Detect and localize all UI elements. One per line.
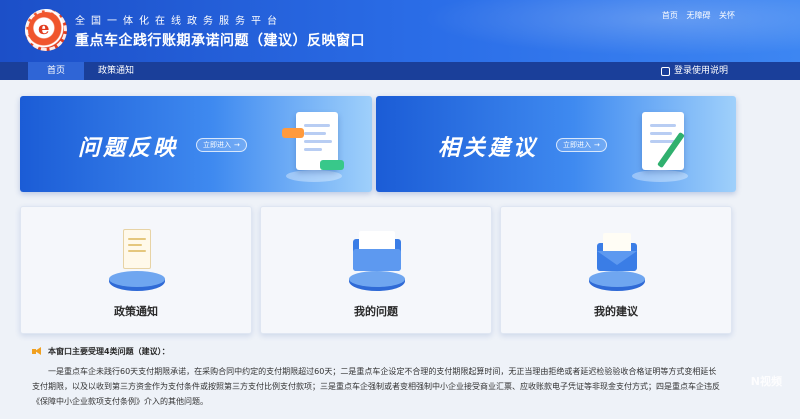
banner-title: 问题反映 xyxy=(78,136,179,161)
page-title: 重点车企践行账期承诺问题（建议）反映窗口 xyxy=(75,33,365,49)
top-link-care[interactable]: 关怀 xyxy=(719,11,735,20)
enter-button-label: 立即进入 xyxy=(203,141,231,149)
banner-title: 相关建议 xyxy=(438,136,539,161)
illustration-line xyxy=(304,140,332,143)
nav-item-home[interactable]: 首页 xyxy=(28,62,84,80)
envelope-icon xyxy=(597,229,637,277)
illustration-base xyxy=(286,170,342,182)
illustration-line xyxy=(650,132,672,135)
nav-item-policy[interactable]: 政策通知 xyxy=(86,62,146,80)
document-icon xyxy=(660,66,670,76)
notice-section: 本窗口主要受理4类问题（建议）： 一是重点车企未践行60天支付期限承诺，在采购合… xyxy=(32,346,732,412)
card-label: 我的建议 xyxy=(594,305,638,318)
site-header: e 全国一体化在线政务服务平台 重点车企践行账期承诺问题（建议）反映窗口 首页 … xyxy=(0,0,800,62)
logo-icon: e xyxy=(25,9,67,51)
card-my-suggestions[interactable]: 我的建议 xyxy=(500,206,732,334)
video-watermark: N视频 xyxy=(750,375,782,388)
pedestal xyxy=(349,271,405,293)
scroll-line xyxy=(128,244,142,246)
pedestal-top xyxy=(349,271,405,287)
envelope-flap xyxy=(597,251,637,265)
notice-body: 一是重点车企未践行60天支付期限承诺，在采购合同中约定的支付期限超过60天；二是… xyxy=(32,367,720,406)
login-guide-link[interactable]: 登录使用说明 xyxy=(660,62,728,80)
illustration-base xyxy=(632,170,688,182)
green-tag xyxy=(320,160,344,170)
top-link-accessibility[interactable]: 无障碍 xyxy=(686,11,710,20)
pedestal-top xyxy=(589,271,645,287)
envelope-body xyxy=(597,233,637,271)
top-link-home[interactable]: 首页 xyxy=(662,11,678,20)
enter-button-label: 立即进入 xyxy=(563,141,591,149)
enter-button[interactable]: 立即进入 → xyxy=(196,138,247,152)
scroll-icon xyxy=(117,229,157,277)
card-label: 政策通知 xyxy=(114,305,158,318)
enter-button[interactable]: 立即进入 → xyxy=(556,138,607,152)
card-policy-notice[interactable]: 政策通知 xyxy=(20,206,252,334)
folder-body xyxy=(353,231,401,271)
notice-heading: 本窗口主要受理4类问题（建议）： xyxy=(48,347,170,356)
logo-letter: e xyxy=(38,18,50,39)
illustration-line xyxy=(304,124,330,127)
platform-subtitle: 全国一体化在线政务服务平台 xyxy=(75,16,283,27)
scroll-paper xyxy=(123,229,151,269)
folder-icon xyxy=(353,229,401,277)
document-illustration-icon xyxy=(282,108,344,182)
arrow-right-icon: → xyxy=(594,141,600,149)
document-pen-illustration-icon xyxy=(628,108,690,182)
pedestal xyxy=(109,271,165,293)
notice-header: 本窗口主要受理4类问题（建议）： xyxy=(32,346,732,357)
top-links: 首页 无障碍 关怀 xyxy=(659,10,738,21)
illustration-line xyxy=(650,124,676,127)
speaker-icon xyxy=(32,347,42,356)
illustration-line xyxy=(304,132,326,135)
scroll-line xyxy=(128,238,146,240)
scroll-line xyxy=(128,250,146,252)
main-nav: 首页 政策通知 登录使用说明 xyxy=(0,62,800,80)
illustration-line xyxy=(304,148,322,151)
card-my-questions[interactable]: 我的问题 xyxy=(260,206,492,334)
folder-flap xyxy=(353,249,401,271)
pedestal-top xyxy=(109,271,165,287)
banner-suggestions[interactable]: 相关建议 立即进入 → xyxy=(376,96,736,192)
pedestal xyxy=(589,271,645,293)
login-guide-label: 登录使用说明 xyxy=(673,66,728,76)
orange-tag xyxy=(282,128,304,138)
arrow-right-icon: → xyxy=(234,141,240,149)
card-label: 我的问题 xyxy=(354,305,398,318)
banner-problem-report[interactable]: 问题反映 立即进入 → xyxy=(20,96,372,192)
